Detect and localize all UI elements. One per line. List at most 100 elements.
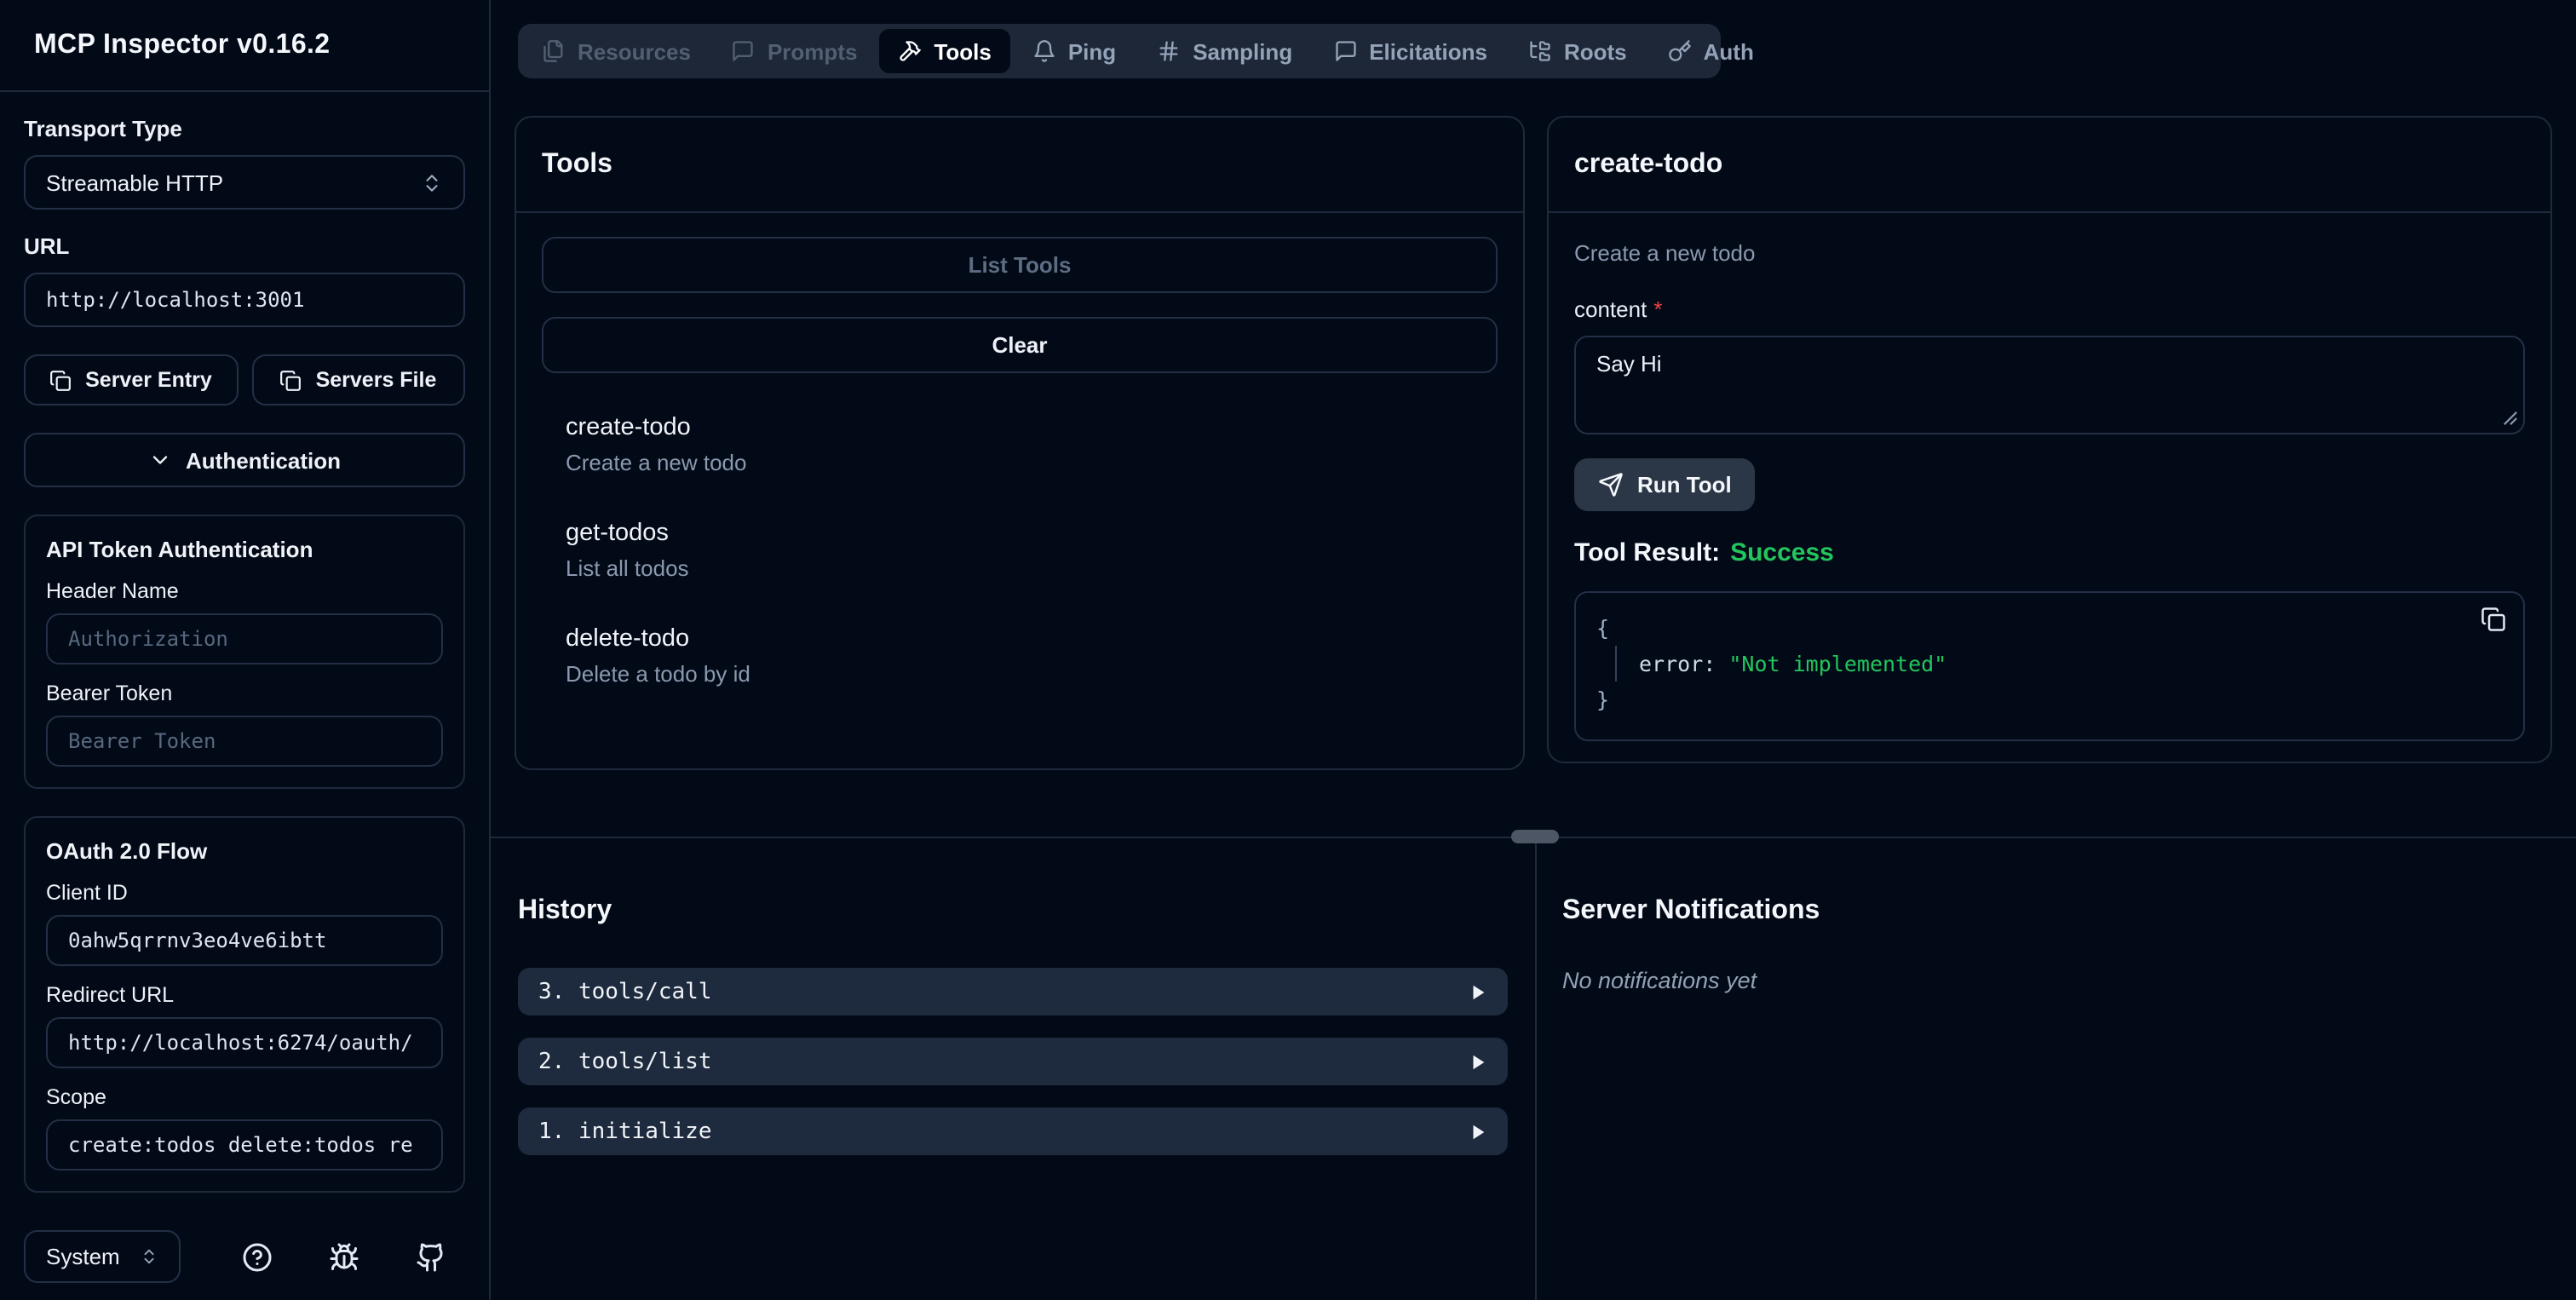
tool-list-item[interactable]: delete-todo Delete a todo by id — [566, 625, 1474, 687]
redirect-url-label: Redirect URL — [46, 983, 175, 1007]
tab-label: Resources — [578, 38, 691, 64]
report-bug-button[interactable] — [329, 1241, 359, 1272]
message-square-icon — [1333, 39, 1357, 63]
scope-label: Scope — [46, 1085, 106, 1109]
run-tool-label: Run Tool — [1637, 472, 1732, 498]
copy-result-button[interactable] — [2481, 607, 2506, 632]
clear-tools-button[interactable]: Clear — [542, 317, 1498, 373]
tool-description: Create a new todo — [566, 450, 747, 475]
main-area: Resources Prompts Tools Ping Sampling El… — [491, 0, 2576, 1300]
tool-result-label: Tool Result: — [1574, 538, 1721, 567]
app-title: MCP Inspector v0.16.2 — [34, 30, 331, 59]
scope-input[interactable] — [46, 1119, 443, 1171]
tool-detail-panel: create-todo Create a new todo content * … — [1547, 116, 2552, 763]
sidebar-body: Transport Type Streamable HTTP URL Serve… — [0, 92, 489, 1230]
redirect-url-input[interactable] — [46, 1017, 443, 1068]
files-icon — [542, 39, 566, 63]
json-value: "Not implemented" — [1728, 651, 1947, 676]
history-item-label: 2. tools/list — [538, 1049, 712, 1074]
client-id-input[interactable] — [46, 915, 443, 966]
tool-result-line: Tool Result: Success — [1574, 538, 2525, 567]
tool-name: get-todos — [566, 520, 669, 547]
history-item[interactable]: 3. tools/call — [518, 968, 1508, 1015]
authentication-toggle[interactable]: Authentication — [24, 433, 465, 487]
content-field-wrap: Say Hi — [1574, 336, 2525, 434]
json-open-brace: { — [1596, 615, 1610, 641]
history-panel: History 3. tools/call 2. tools/list 1. i… — [491, 838, 1535, 1300]
tool-result-status: Success — [1730, 538, 1834, 567]
json-close-brace: } — [1596, 687, 1610, 712]
chevron-down-icon — [148, 448, 172, 472]
expand-play-icon — [1469, 982, 1487, 1001]
api-token-section: API Token Authentication Header Name Bea… — [24, 515, 465, 789]
hash-icon — [1157, 39, 1181, 63]
tool-name: create-todo — [566, 414, 691, 441]
tab-prompts[interactable]: Prompts — [713, 29, 876, 73]
field-label-text: content — [1574, 296, 1647, 322]
json-property-row[interactable]: error: "Not implemented" — [1615, 646, 2503, 682]
history-item[interactable]: 2. tools/list — [518, 1038, 1508, 1085]
content-field-input[interactable]: Say Hi — [1574, 336, 2525, 434]
url-input[interactable] — [24, 273, 465, 327]
tool-name: delete-todo — [566, 625, 690, 653]
theme-select-value: System — [46, 1244, 120, 1269]
tab-label: Prompts — [767, 38, 858, 64]
bearer-token-input[interactable] — [46, 716, 443, 767]
tools-panel-body: List Tools Clear create-todo Create a ne… — [516, 213, 1523, 755]
tools-panel: Tools List Tools Clear create-todo Creat… — [515, 116, 1525, 770]
authentication-toggle-label: Authentication — [186, 447, 341, 473]
list-tools-button[interactable]: List Tools — [542, 237, 1498, 293]
tool-detail-body: Create a new todo content * Say Hi Run T… — [1549, 213, 2550, 765]
bug-icon — [329, 1241, 359, 1272]
transport-type-select[interactable]: Streamable HTTP — [24, 155, 465, 210]
tab-label: Roots — [1563, 38, 1627, 64]
copy-icon — [280, 369, 302, 391]
header-name-input[interactable] — [46, 613, 443, 664]
history-list: 3. tools/call 2. tools/list 1. initializ… — [518, 968, 1508, 1155]
no-notifications-message: No notifications yet — [1562, 968, 1757, 993]
github-button[interactable] — [416, 1241, 446, 1272]
footer-icons — [242, 1241, 446, 1272]
bearer-token-label: Bearer Token — [46, 682, 173, 705]
tool-description: Delete a todo by id — [566, 661, 750, 687]
tool-description: List all todos — [566, 555, 689, 581]
tool-list-item[interactable]: create-todo Create a new todo — [566, 414, 1474, 475]
oauth-title: OAuth 2.0 Flow — [46, 838, 208, 864]
tool-list-item[interactable]: get-todos List all todos — [566, 520, 1474, 581]
tab-label: Auth — [1703, 38, 1754, 64]
app-window: MCP Inspector v0.16.2 Transport Type Str… — [0, 0, 2576, 1300]
server-entry-button[interactable]: Server Entry — [24, 354, 238, 406]
tab-resources[interactable]: Resources — [523, 29, 710, 73]
sidebar-footer: System — [0, 1230, 489, 1300]
servers-file-label: Servers File — [315, 368, 437, 392]
tool-detail-title: create-todo — [1549, 118, 2550, 213]
servers-file-button[interactable]: Servers File — [251, 354, 465, 406]
tab-bar: Resources Prompts Tools Ping Sampling El… — [518, 24, 1754, 78]
server-notifications-title: Server Notifications — [1562, 896, 1820, 925]
top-pane: Resources Prompts Tools Ping Sampling El… — [491, 0, 2576, 838]
json-key: error: — [1639, 651, 1716, 676]
chevrons-up-down-icon — [421, 171, 443, 193]
tab-elicitations[interactable]: Elicitations — [1314, 29, 1506, 73]
theme-select[interactable]: System — [24, 1230, 181, 1283]
api-token-title: API Token Authentication — [46, 537, 313, 562]
tab-auth[interactable]: Auth — [1649, 29, 1773, 73]
tab-label: Sampling — [1193, 38, 1293, 64]
url-label: URL — [24, 233, 70, 259]
expand-play-icon — [1469, 1122, 1487, 1141]
pane-resize-handle[interactable] — [1511, 830, 1559, 843]
tab-ping[interactable]: Ping — [1014, 29, 1135, 73]
help-circle-icon — [242, 1241, 273, 1272]
history-item-label: 1. initialize — [538, 1119, 712, 1144]
tab-sampling[interactable]: Sampling — [1138, 29, 1311, 73]
required-asterisk: * — [1653, 296, 1663, 322]
tab-roots[interactable]: Roots — [1509, 29, 1646, 73]
help-button[interactable] — [242, 1241, 273, 1272]
history-title: History — [518, 896, 612, 925]
transport-type-label: Transport Type — [24, 116, 182, 141]
run-tool-button[interactable]: Run Tool — [1574, 458, 1756, 511]
tab-tools[interactable]: Tools — [879, 29, 1010, 73]
history-item[interactable]: 1. initialize — [518, 1107, 1508, 1155]
tool-detail-description: Create a new todo — [1574, 240, 1756, 266]
oauth-section: OAuth 2.0 Flow Client ID Redirect URL Sc… — [24, 816, 465, 1193]
